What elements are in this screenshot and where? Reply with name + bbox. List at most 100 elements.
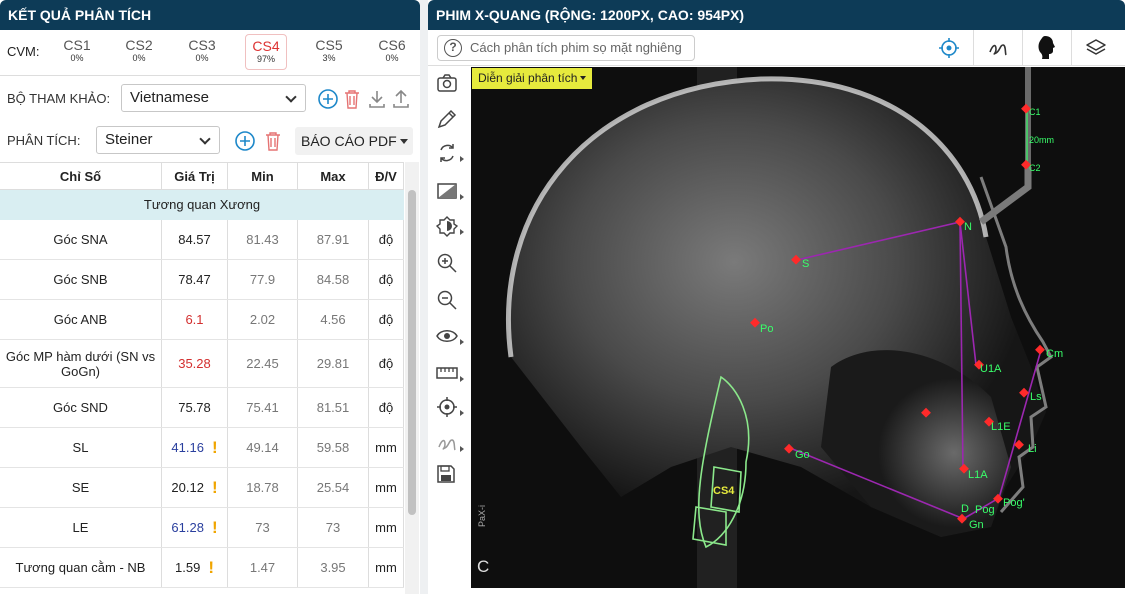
interpret-analysis-button[interactable]: Diễn giải phân tích [472, 68, 593, 89]
table-row[interactable]: Góc ANB 6.1 2.02 4.56 độ [0, 300, 404, 340]
curve-tool[interactable] [436, 428, 470, 458]
layers-button[interactable] [1071, 30, 1119, 66]
cvm-stage-cs3[interactable]: CS3 0% [181, 34, 223, 70]
profile-button[interactable] [1022, 30, 1070, 66]
analysis-select[interactable]: Steiner [96, 126, 220, 154]
reference-label: BỘ THAM KHẢO: [7, 91, 111, 106]
camera-icon [437, 74, 457, 92]
side-toolbar [428, 66, 470, 594]
save-icon [437, 465, 455, 483]
cell-min: 1.47 [228, 548, 298, 587]
upload-icon[interactable] [391, 88, 411, 110]
rotate-tool[interactable] [436, 138, 470, 168]
cell-max: 73 [298, 508, 369, 547]
ruler-tool[interactable] [436, 358, 470, 388]
zoom-in-icon [437, 253, 457, 273]
landmark-label: Ls [1030, 391, 1042, 403]
cell-min: 73 [228, 508, 298, 547]
pdf-report-button[interactable]: BÁO CÁO PDF [295, 127, 413, 155]
target-icon [437, 397, 457, 417]
landmark-label: Go [795, 449, 810, 461]
visibility-tool[interactable] [436, 321, 470, 351]
landmark-label: Pog [975, 504, 995, 516]
cvm-label: CVM: [7, 44, 40, 59]
table-row[interactable]: SL 41.16! 49.14 59.58 mm [0, 428, 404, 468]
cell-value: 75.78 [162, 388, 228, 427]
table-row[interactable]: Tương quan cằm - NB 1.59! 1.47 3.95 mm [0, 548, 404, 588]
xray-panel-title: PHIM X-QUANG (RỘNG: 1200PX, CAO: 954PX) [428, 0, 1125, 30]
cvm-stage-cs5[interactable]: CS5 3% [308, 34, 350, 70]
col-header: Giá Trị [162, 163, 228, 189]
landmark-tool[interactable] [436, 392, 470, 422]
cell-value: 41.16! [162, 428, 228, 467]
cell-name: Góc SNB [0, 260, 162, 299]
save-tool[interactable] [436, 459, 470, 489]
curve-icon [438, 439, 456, 451]
camera-tool[interactable] [436, 68, 470, 98]
landmark-label: S [802, 258, 809, 270]
landmark-label: C2 [1029, 163, 1041, 173]
cvm-row: CVM: CS1 0% CS2 0% CS3 0% CS4 97% CS5 3% CS6 0… [0, 30, 420, 76]
table-row[interactable]: Góc SND 75.78 75.41 81.51 độ [0, 388, 404, 428]
film-letter: C [477, 557, 489, 576]
cell-max: 3.95 [298, 548, 369, 587]
pen-tool[interactable] [436, 104, 470, 134]
cvm-stage-cs6[interactable]: CS6 0% [371, 34, 413, 70]
cell-unit: mm [369, 468, 404, 507]
cvm-stage-cs2[interactable]: CS2 0% [118, 34, 160, 70]
group-row: Tương quan Xương [0, 190, 404, 220]
cell-value: 78.47 [162, 260, 228, 299]
table-row[interactable]: SE 20.12! 18.78 25.54 mm [0, 468, 404, 508]
cell-unit: độ [369, 340, 404, 387]
table-row[interactable]: Góc SNB 78.47 77.9 84.58 độ [0, 260, 404, 300]
xray-image[interactable]: S N Po Go U1A L1A Pog Gn D Cm Ls Li Pog'… [471, 67, 1125, 588]
eye-icon [436, 330, 458, 342]
scrollbar[interactable] [405, 162, 419, 594]
cell-name: Góc MP hàm dưới (SN vs GoGn) [0, 340, 162, 387]
xray-toolbar: ? Cách phân tích phim sọ mặt nghiêng [428, 30, 1125, 66]
zoom-out-tool[interactable] [436, 285, 470, 315]
table-row[interactable]: LE 61.28! 73 73 mm [0, 508, 404, 548]
cell-max: 59.58 [298, 428, 369, 467]
analysis-search-input[interactable]: ? Cách phân tích phim sọ mặt nghiêng [437, 35, 695, 61]
zoom-out-icon [437, 290, 457, 310]
brightness-tool[interactable] [436, 211, 470, 241]
trash-icon[interactable] [264, 130, 282, 152]
cell-name: Góc ANB [0, 300, 162, 339]
contrast-tool[interactable] [436, 176, 470, 206]
add-circle-icon[interactable] [317, 88, 339, 110]
cell-max: 84.58 [298, 260, 369, 299]
landmark-label: Li [1028, 443, 1037, 455]
cell-unit: độ [369, 220, 404, 259]
results-table: Chỉ Số Giá Trị Min Max Đ/V Tương quan Xư… [0, 162, 404, 588]
col-header: Đ/V [369, 163, 404, 189]
cell-name: Tương quan cằm - NB [0, 548, 162, 587]
zoom-in-tool[interactable] [436, 248, 470, 278]
cvm-stage-cs1[interactable]: CS1 0% [56, 34, 98, 70]
landmark-target-button[interactable] [925, 30, 973, 66]
chevron-down-icon [199, 133, 211, 145]
cvm-stage-cs4[interactable]: CS4 97% [245, 34, 287, 70]
cell-min: 75.41 [228, 388, 298, 427]
cell-unit: độ [369, 388, 404, 427]
cell-name: SL [0, 428, 162, 467]
pen-icon [437, 109, 457, 129]
warning-icon: ! [211, 437, 218, 457]
download-icon[interactable] [367, 88, 387, 110]
landmark-label: D [961, 503, 969, 515]
caret-down-icon [580, 76, 587, 80]
cell-max: 81.51 [298, 388, 369, 427]
cell-name: Góc SNA [0, 220, 162, 259]
table-row[interactable]: Góc MP hàm dưới (SN vs GoGn) 35.28 22.45 29… [0, 340, 404, 388]
cell-value: 35.28 [162, 340, 228, 387]
scale-label: 20mm [1029, 135, 1054, 145]
table-row[interactable]: Góc SNA 84.57 81.43 87.91 độ [0, 220, 404, 260]
add-circle-icon[interactable] [234, 130, 256, 152]
cell-max: 25.54 [298, 468, 369, 507]
scrollbar-thumb[interactable] [408, 190, 416, 515]
tracing-button[interactable] [973, 30, 1021, 66]
squiggle-icon [988, 44, 1007, 56]
trash-icon[interactable] [343, 88, 361, 110]
cell-value: 84.57 [162, 220, 228, 259]
reference-select[interactable]: Vietnamese [121, 84, 306, 112]
